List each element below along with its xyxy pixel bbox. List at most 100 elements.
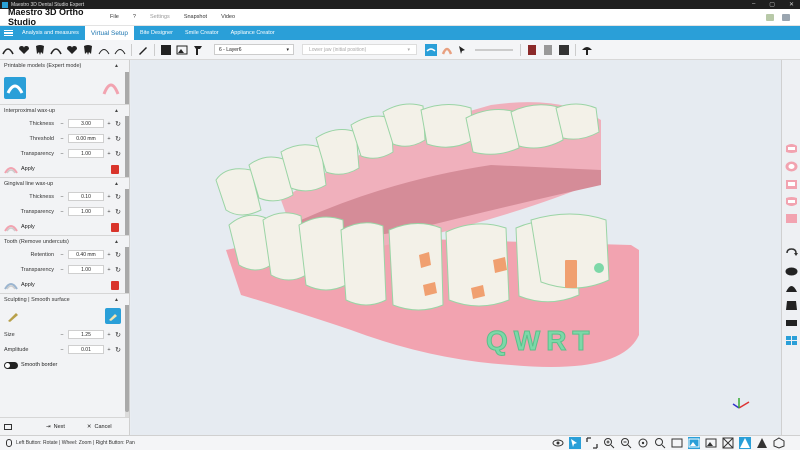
heart-shape-2-icon[interactable] [66, 44, 78, 56]
transparency-icon[interactable] [542, 44, 554, 56]
reset-icon[interactable]: ↻ [114, 120, 122, 128]
heart-shape-icon[interactable] [18, 44, 30, 56]
gum-icon[interactable] [441, 44, 453, 56]
transparency-input[interactable]: 1.00 [68, 149, 104, 158]
increment-button[interactable]: + [104, 151, 114, 157]
menu-snapshot[interactable]: Snapshot [184, 14, 207, 20]
menu-file[interactable]: File [110, 14, 119, 20]
thickness-input[interactable]: 3.00 [68, 119, 104, 128]
lower-arch-icon[interactable] [50, 44, 62, 56]
decrement-button[interactable]: − [56, 151, 68, 157]
reset-icon[interactable]: ↻ [114, 251, 122, 259]
reset-icon[interactable]: ↻ [114, 331, 122, 339]
dome-view-icon[interactable] [785, 282, 798, 293]
tooth-2-icon[interactable] [82, 44, 94, 56]
tab-bite-designer[interactable]: Bite Designer [134, 26, 179, 40]
navigate-mode-icon[interactable] [569, 437, 581, 449]
reset-icon[interactable]: ↻ [114, 346, 122, 354]
caret-up-icon[interactable]: ▲ [114, 181, 119, 187]
increment-button[interactable]: + [104, 347, 114, 353]
tooth-icon[interactable] [34, 44, 46, 56]
tab-virtual-setup[interactable]: Virtual Setup [84, 26, 134, 40]
wireframe-icon[interactable] [722, 437, 734, 449]
smooth-tool-button[interactable] [105, 308, 121, 324]
increment-button[interactable]: + [104, 252, 114, 258]
amplitude-input[interactable]: 0.01 [68, 345, 104, 354]
section-sculpting[interactable]: Sculpting | Smooth surface ▲ [0, 293, 129, 305]
image-tool-icon[interactable] [176, 44, 188, 56]
pen-icon[interactable] [137, 44, 149, 56]
threshold-input[interactable]: 0.00 mm [68, 134, 104, 143]
brush-icon[interactable] [6, 309, 20, 323]
fit-view-icon[interactable] [586, 437, 598, 449]
increment-button[interactable]: + [104, 267, 114, 273]
upper-jaw-view-icon[interactable] [785, 143, 798, 154]
transparency-input[interactable]: 1.00 [68, 265, 104, 274]
thickness-input[interactable]: 0.10 [68, 192, 104, 201]
block-view-icon[interactable] [785, 300, 798, 311]
reset-icon[interactable]: ↻ [114, 150, 122, 158]
trash-icon[interactable] [111, 164, 119, 174]
hamburger-menu-icon[interactable] [0, 26, 16, 40]
opacity-slider[interactable] [475, 48, 513, 51]
decrement-button[interactable]: − [56, 136, 68, 142]
transparency-input[interactable]: 1.00 [68, 207, 104, 216]
book-icon[interactable] [526, 44, 538, 56]
decrement-button[interactable]: − [56, 194, 68, 200]
reset-icon[interactable]: ↻ [114, 193, 122, 201]
grid-view-icon[interactable] [785, 335, 798, 346]
tab-appliance-creator[interactable]: Appliance Creator [225, 26, 281, 40]
section-interproximal[interactable]: Interproximal wax-up ▲ [0, 104, 129, 116]
rotate-view-icon[interactable] [785, 248, 798, 259]
occlusal-view-icon[interactable] [785, 161, 798, 172]
crop-image-icon[interactable] [671, 437, 683, 449]
lower-jaw-view-icon[interactable] [785, 196, 798, 207]
tab-smile-creator[interactable]: Smile Creator [179, 26, 225, 40]
close-icon[interactable]: ✕ [789, 1, 794, 8]
aligner-view-icon[interactable] [425, 43, 437, 56]
caret-up-icon[interactable]: ▲ [114, 297, 119, 303]
increment-button[interactable]: + [104, 136, 114, 142]
message-icon[interactable] [782, 13, 790, 21]
increment-button[interactable]: + [104, 209, 114, 215]
smooth-border-toggle[interactable] [4, 361, 18, 369]
chat-icon[interactable] [766, 13, 774, 21]
reset-icon[interactable]: ↻ [114, 208, 122, 216]
base-view-icon[interactable] [785, 317, 798, 328]
lamp-icon[interactable] [581, 44, 593, 56]
upper-arch-icon[interactable] [2, 44, 14, 56]
maximize-icon[interactable]: ▢ [769, 1, 775, 8]
jaw-position-select[interactable]: Lower jaw (initial position) ▾ [302, 44, 417, 55]
zoom-out-icon[interactable] [620, 437, 632, 449]
arch-outline-2-icon[interactable] [114, 44, 126, 56]
increment-button[interactable]: + [104, 332, 114, 338]
decrement-button[interactable]: − [56, 252, 68, 258]
menu-settings[interactable]: Settings [150, 14, 170, 20]
wax-apply-icon[interactable] [4, 164, 18, 174]
section-tooth-undercuts[interactable]: Tooth (Remove undercuts) ▲ [0, 235, 129, 247]
implant-icon[interactable] [192, 44, 204, 56]
retention-input[interactable]: 0.40 mm [68, 250, 104, 259]
decrement-button[interactable]: − [56, 347, 68, 353]
square-tool-icon[interactable] [160, 44, 172, 56]
tab-analysis[interactable]: Analysis and measures [16, 26, 85, 40]
gallery-icon[interactable] [688, 437, 700, 449]
3d-viewport[interactable]: QWRT [131, 60, 781, 435]
panel-toggle-icon[interactable] [4, 423, 12, 430]
increment-button[interactable]: + [104, 121, 114, 127]
arch-outline-icon[interactable] [98, 44, 110, 56]
next-button[interactable]: ⇥ Next [46, 424, 65, 430]
caret-up-icon[interactable]: ▲ [114, 108, 119, 114]
triangle-mesh-icon[interactable] [739, 437, 751, 449]
gingival-apply-icon[interactable] [4, 222, 18, 232]
gum-model-icon[interactable] [101, 77, 121, 97]
undercut-apply-icon[interactable] [4, 280, 18, 290]
image-icon[interactable] [705, 437, 717, 449]
apply-button[interactable]: Apply [21, 224, 35, 230]
increment-button[interactable]: + [104, 194, 114, 200]
bottom-view-icon[interactable] [785, 213, 798, 224]
arch-model-button[interactable] [4, 77, 26, 99]
section-printable-models[interactable]: Printable models (Expert mode) ▲ [0, 60, 129, 72]
cursor-grid-icon[interactable] [457, 44, 469, 56]
layer-select[interactable]: 6 - Layer6 ▾ [214, 44, 294, 55]
